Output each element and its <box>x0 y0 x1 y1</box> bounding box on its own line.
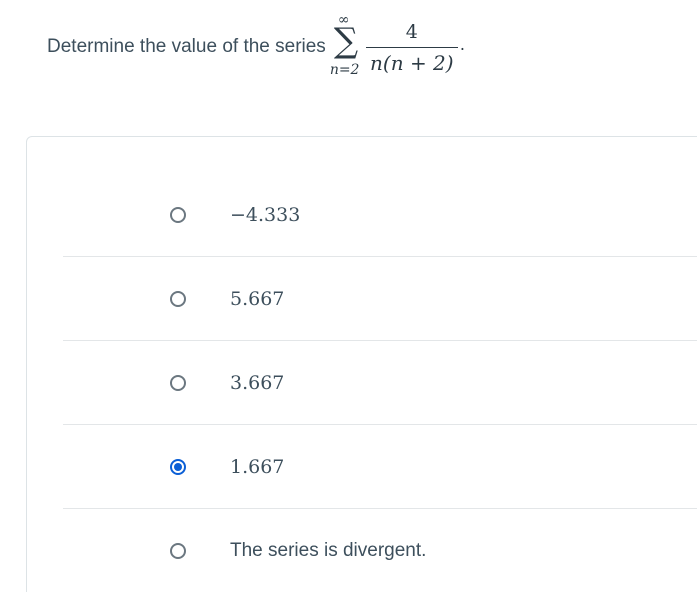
answer-option[interactable]: The series is divergent. <box>63 509 697 592</box>
answer-option[interactable]: 5.667 <box>63 257 697 341</box>
radio-button[interactable] <box>170 375 186 391</box>
sum-lower-limit: n=2 <box>329 62 360 78</box>
answer-option[interactable]: 3.667 <box>63 341 697 425</box>
answer-option-label: 3.667 <box>230 372 285 394</box>
answer-option-label: −4.333 <box>230 204 301 226</box>
series-sum-notation: ∞ ∑ n=2 <box>330 12 364 82</box>
fraction-numerator: 4 <box>405 20 418 43</box>
answer-option-label: 5.667 <box>230 288 285 310</box>
fraction-denominator: n(n + 2) <box>370 50 454 75</box>
radio-button-selected[interactable] <box>170 459 186 475</box>
series-term-fraction: 4 n(n + 2) <box>365 19 458 76</box>
question-prompt: Determine the value of the series ∞ ∑ n=… <box>47 12 465 82</box>
question-text: Determine the value of the series <box>47 36 326 57</box>
radio-button[interactable] <box>170 543 186 559</box>
answer-option-label: 1.667 <box>230 456 285 478</box>
answer-option-selected[interactable]: 1.667 <box>63 425 697 509</box>
radio-button[interactable] <box>170 291 186 307</box>
radio-button[interactable] <box>170 207 186 223</box>
fraction-bar <box>365 46 458 48</box>
answer-option[interactable]: −4.333 <box>63 173 697 257</box>
answer-option-label: The series is divergent. <box>230 540 427 561</box>
question-period: . <box>459 34 465 54</box>
answer-options-panel: −4.333 5.667 3.667 1.667 The series is d… <box>26 136 697 592</box>
sigma-symbol: ∑ <box>333 21 359 61</box>
